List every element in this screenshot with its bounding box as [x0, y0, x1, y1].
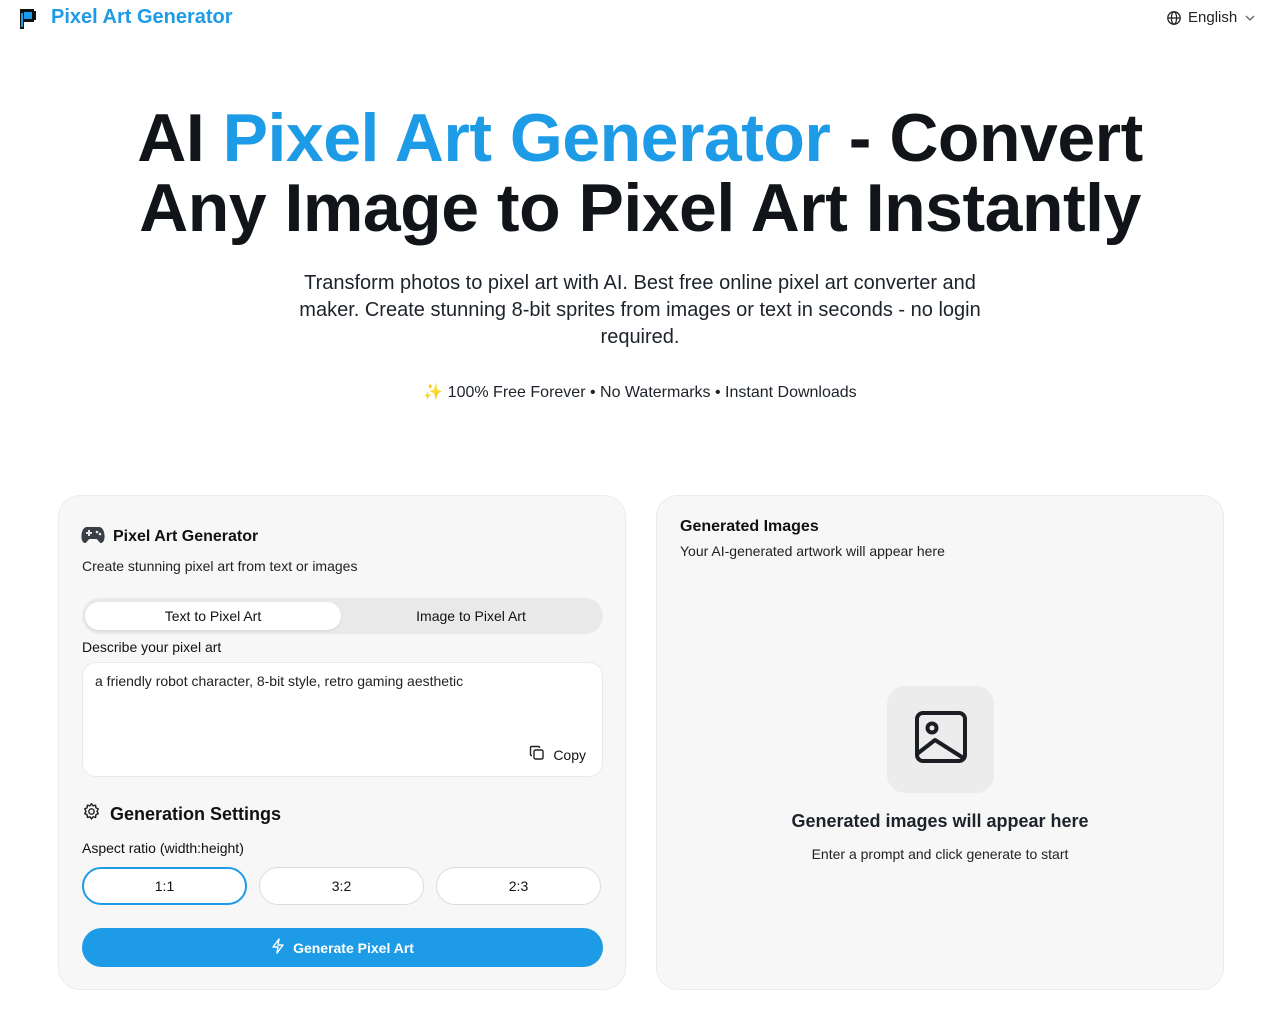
generator-description: Create stunning pixel art from text or i…	[82, 558, 358, 574]
hero-title: AI Pixel Art Generator - Convert Any Ima…	[0, 103, 1280, 243]
copy-button[interactable]: Copy	[529, 745, 586, 764]
generator-card: Pixel Art Generator Create stunning pixe…	[58, 495, 626, 990]
output-description: Your AI-generated artwork will appear he…	[680, 543, 945, 559]
prompt-label: Describe your pixel art	[82, 639, 222, 655]
generate-button[interactable]: Generate Pixel Art	[82, 928, 603, 967]
aspect-ratio-3-2-button[interactable]: 3:2	[259, 867, 424, 905]
image-icon	[914, 710, 968, 769]
tab-image-to-pixel-art[interactable]: Image to Pixel Art	[342, 602, 600, 630]
aspect-ratio-label: Aspect ratio (width:height)	[82, 840, 244, 856]
brand-name[interactable]: Pixel Art Generator	[51, 6, 233, 29]
output-title: Generated Images	[680, 518, 819, 535]
copy-icon	[529, 745, 545, 764]
prompt-input[interactable]: a friendly robot character, 8-bit style,…	[95, 673, 585, 689]
copy-label: Copy	[553, 746, 586, 763]
globe-icon	[1166, 10, 1182, 26]
hero-badges: ✨ 100% Free Forever • No Watermarks • In…	[423, 384, 857, 401]
output-card: Generated Images Your AI-generated artwo…	[656, 495, 1224, 990]
top-header: Pixel Art Generator English	[0, 0, 1280, 40]
empty-state-title: Generated images will appear here	[791, 811, 1089, 831]
hero-title-accent: Pixel Art Generator	[222, 100, 831, 176]
settings-header: Generation Settings	[82, 802, 281, 826]
pixel-p-logo-icon[interactable]	[18, 8, 38, 30]
hero-title-prefix: AI	[137, 100, 223, 176]
generator-header: Pixel Art Generator	[81, 524, 258, 549]
language-label: English	[1188, 9, 1238, 26]
generate-label: Generate Pixel Art	[293, 939, 414, 956]
prompt-box: a friendly robot character, 8-bit style,…	[82, 662, 603, 777]
aspect-ratio-1-1-button[interactable]: 1:1	[82, 867, 247, 905]
gear-icon	[82, 802, 101, 826]
language-selector[interactable]: English	[1166, 9, 1257, 26]
hero-title-line2: Any Image to Pixel Art Instantly	[139, 170, 1141, 246]
hero-subtitle: Transform photos to pixel art with AI. B…	[299, 272, 981, 348]
hero-title-line1-suffix: - Convert	[830, 100, 1143, 176]
gamepad-icon	[81, 524, 105, 549]
image-placeholder	[887, 686, 994, 793]
empty-state-description: Enter a prompt and click generate to sta…	[811, 846, 1069, 862]
tab-text-to-pixel-art[interactable]: Text to Pixel Art	[85, 602, 341, 630]
settings-title: Generation Settings	[110, 803, 282, 824]
lightning-icon	[271, 938, 285, 957]
chevron-down-icon	[1243, 11, 1257, 25]
mode-tabs: Text to Pixel Art Image to Pixel Art	[82, 598, 603, 634]
aspect-ratio-2-3-button[interactable]: 2:3	[436, 867, 601, 905]
generator-title: Pixel Art Generator	[113, 527, 259, 545]
